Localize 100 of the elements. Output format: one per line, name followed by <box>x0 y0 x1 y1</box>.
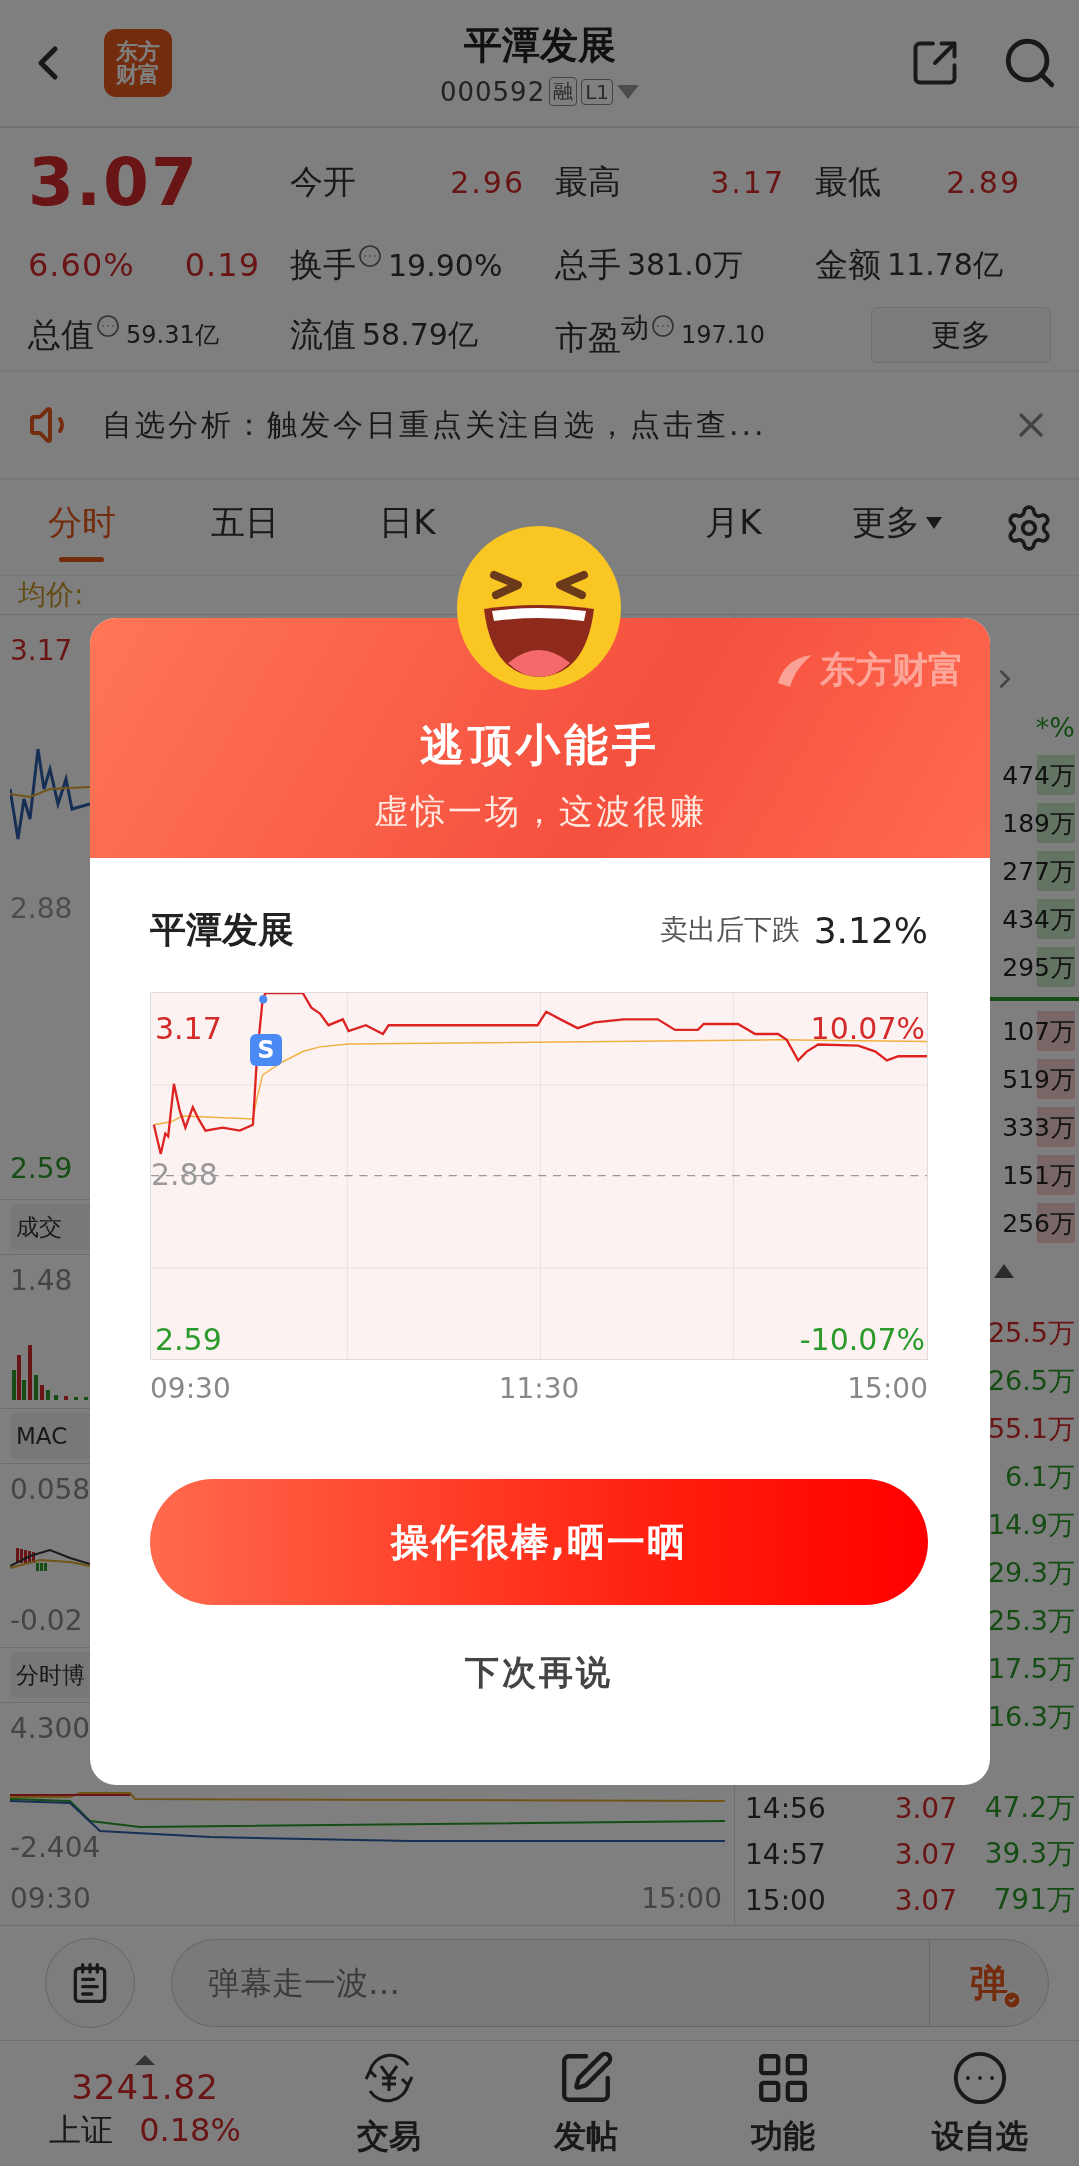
axis-label: 0.058 <box>10 1472 91 1508</box>
axis-label: 4.300 <box>10 1711 91 1747</box>
market-tag: L1 <box>581 78 614 105</box>
indicator-tab[interactable]: MAC <box>10 1413 90 1459</box>
brand-name: 东方财富 <box>820 648 964 692</box>
nav-item[interactable]: 设自选 <box>926 2047 1035 2160</box>
result-label: 卖出后下跌 <box>659 912 800 948</box>
trade-price: 3.07 <box>894 1883 957 1917</box>
tick-volume: 26.5万 <box>987 1364 1075 1398</box>
trade-volume: 39.3万 <box>983 1836 1075 1872</box>
time-label: 11:30 <box>498 1372 580 1405</box>
axis-label: 2.59 <box>155 1322 222 1357</box>
axis-label: -0.02 <box>10 1603 83 1639</box>
triangle-icon <box>135 2054 155 2065</box>
indicator-tab[interactable]: 成交 <box>10 1204 90 1250</box>
index-name[interactable]: 上证 <box>49 2108 114 2153</box>
nav-item[interactable]: 功能 <box>745 2047 822 2160</box>
stat-value: 197.10 <box>681 321 765 349</box>
trade-volume: 791万 <box>992 1882 1075 1918</box>
stat-value: 2.96 <box>450 164 525 200</box>
chart-tab[interactable]: 月K <box>701 491 766 564</box>
chart-tab[interactable]: 五日 <box>206 491 283 564</box>
trade-price: 3.07 <box>894 1791 957 1825</box>
caret-icon[interactable] <box>617 84 640 99</box>
change-percent: 6.60% <box>28 246 135 284</box>
stat-value: 3.17 <box>710 164 785 200</box>
stock-name: 平潭发展 <box>150 907 294 952</box>
nav-item[interactable]: 发帖 <box>547 2047 624 2160</box>
time-label: 15:00 <box>847 1372 928 1405</box>
share-button[interactable]: 操作很棒,晒一晒 <box>150 1479 928 1605</box>
chart-tab[interactable]: 日K <box>375 491 440 564</box>
notice-text[interactable]: 自选分析：触发今日重点关注自选，点击查... <box>102 404 767 446</box>
laughing-emoji-icon <box>456 525 622 691</box>
column-header: *% <box>1035 711 1075 743</box>
sell-point <box>259 995 268 1004</box>
stat-value: 2.89 <box>946 164 1021 200</box>
market-tag: 融 <box>549 77 578 106</box>
dialog-title: 逃顶小能手 <box>420 718 660 772</box>
trade-volume: 47.2万 <box>983 1790 1075 1826</box>
axis-label: 2.88 <box>151 1157 218 1192</box>
tick-volume: 14.9万 <box>987 1508 1075 1542</box>
stat-value: 11.78亿 <box>887 245 1003 284</box>
time-label: 09:30 <box>10 1881 91 1917</box>
axis-label: 10.07% <box>810 1011 925 1046</box>
comment-field[interactable]: 弹幕走一波… <box>171 1939 929 2027</box>
dialog-subtitle: 虚惊一场，这波很赚 <box>373 790 707 833</box>
chart-tab[interactable]: 分时 <box>43 491 120 564</box>
stat-value: 19.90% <box>388 247 503 283</box>
tick-volume: 55.1万 <box>987 1412 1075 1446</box>
tick-volume: 16.3万 <box>987 1700 1075 1734</box>
stat-value: 381.0万 <box>627 245 743 284</box>
info-icon[interactable] <box>358 244 382 268</box>
index-change[interactable]: 0.18% <box>139 2110 241 2149</box>
dismiss-button[interactable]: 下次再说 <box>459 1649 619 1697</box>
stat-label: 流值 <box>290 313 356 356</box>
last-price: 3.07 <box>28 143 200 221</box>
stat-label: 今开 <box>290 160 356 203</box>
stat-label: 换手 <box>290 243 356 286</box>
tick-volume: 6.1万 <box>1005 1460 1075 1494</box>
trade-price: 3.07 <box>894 1837 957 1871</box>
indicator-tab[interactable]: 分时博 <box>10 1652 90 1698</box>
stock-title: 平潭发展 <box>463 21 616 69</box>
more-button[interactable]: 更多 <box>871 307 1051 363</box>
nav-item[interactable]: 交易 <box>350 2047 427 2160</box>
stat-value: 59.31亿 <box>126 320 219 351</box>
tick-volume: 25.3万 <box>987 1604 1075 1638</box>
stock-code: 000592 <box>439 76 546 107</box>
stat-label: 最高 <box>555 160 621 203</box>
result-value: 3.12% <box>813 909 928 951</box>
stat-label: 金额 <box>815 243 881 286</box>
stat-label: 总值 <box>28 313 94 356</box>
axis-label: 3.17 <box>155 1011 222 1046</box>
average-price-label: 均价: <box>18 577 84 613</box>
trade-time: 14:57 <box>745 1837 827 1871</box>
app-logo: 东方 财富 <box>104 29 172 97</box>
triangle-icon <box>994 1264 1014 1278</box>
chart-tab[interactable]: 更多 <box>847 491 946 564</box>
axis-label: -2.404 <box>10 1831 101 1864</box>
time-label: 09:30 <box>150 1372 231 1405</box>
stat-label: 总手 <box>555 243 621 286</box>
axis-label: 2.59 <box>10 1151 73 1187</box>
tick-volume: 17.5万 <box>987 1652 1075 1686</box>
sell-marker: S <box>250 1034 282 1066</box>
trade-time: 15:00 <box>745 1883 827 1917</box>
tick-volume: 25.5万 <box>987 1316 1075 1350</box>
stat-value: 58.79亿 <box>362 315 478 354</box>
stat-label: 市盈$^{动}$ <box>555 309 649 359</box>
time-label: 15:00 <box>641 1881 722 1917</box>
axis-label: 3.17 <box>10 633 73 669</box>
axis-label: 1.48 <box>10 1263 73 1299</box>
axis-label: -10.07% <box>799 1322 925 1357</box>
index-value[interactable]: 3241.82 <box>71 2066 219 2107</box>
caret-icon <box>925 516 942 529</box>
info-icon[interactable] <box>651 314 675 338</box>
trade-time: 14:56 <box>745 1791 827 1825</box>
danmaku-button[interactable]: 弹 <box>929 1939 1049 2027</box>
tick-volume: 29.3万 <box>987 1556 1075 1590</box>
stat-label: 最低 <box>815 160 881 203</box>
change-amount: 0.19 <box>184 246 260 284</box>
info-icon[interactable] <box>96 314 120 338</box>
